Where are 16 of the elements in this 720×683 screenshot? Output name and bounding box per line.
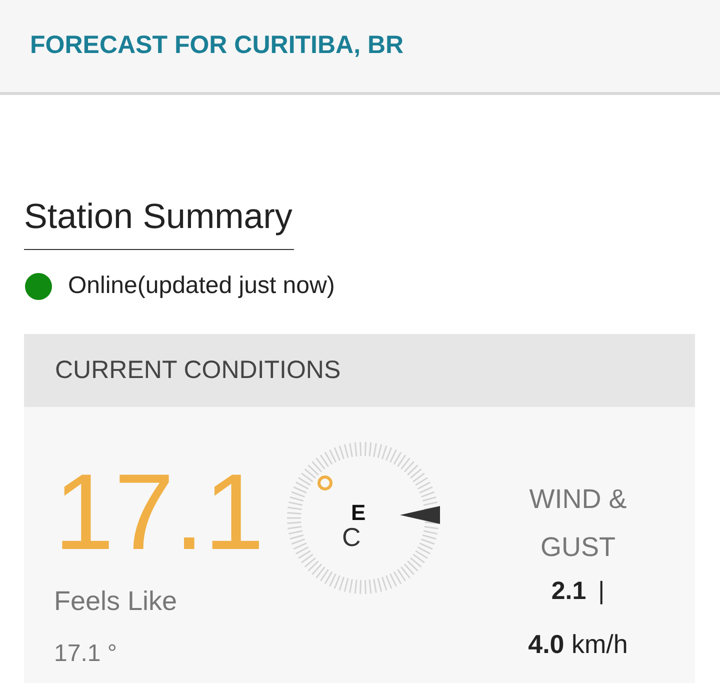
wind-arrow-icon: [400, 506, 440, 524]
compass-dial-icon: [285, 440, 441, 596]
status-text: Online(updated just now): [68, 271, 335, 301]
wind-label: WIND & GUST: [528, 483, 628, 564]
separator-text: |: [598, 576, 605, 607]
wind-speed: 2.1: [551, 576, 586, 607]
temperature-value: 17.1: [54, 457, 266, 567]
wind-gust: 4.0 km/h: [528, 628, 628, 660]
card-title: CURRENT CONDITIONS: [55, 354, 341, 386]
page-title: FORECAST FOR CURITIBA, BR: [30, 30, 404, 62]
feels-like-value: 17.1 °: [54, 638, 118, 668]
temperature-unit: C: [342, 523, 361, 551]
degree-icon: [316, 474, 334, 492]
feels-like-label: Feels Like: [54, 585, 178, 618]
wind-direction: E: [351, 502, 366, 524]
section-heading: Station Summary: [24, 196, 292, 238]
